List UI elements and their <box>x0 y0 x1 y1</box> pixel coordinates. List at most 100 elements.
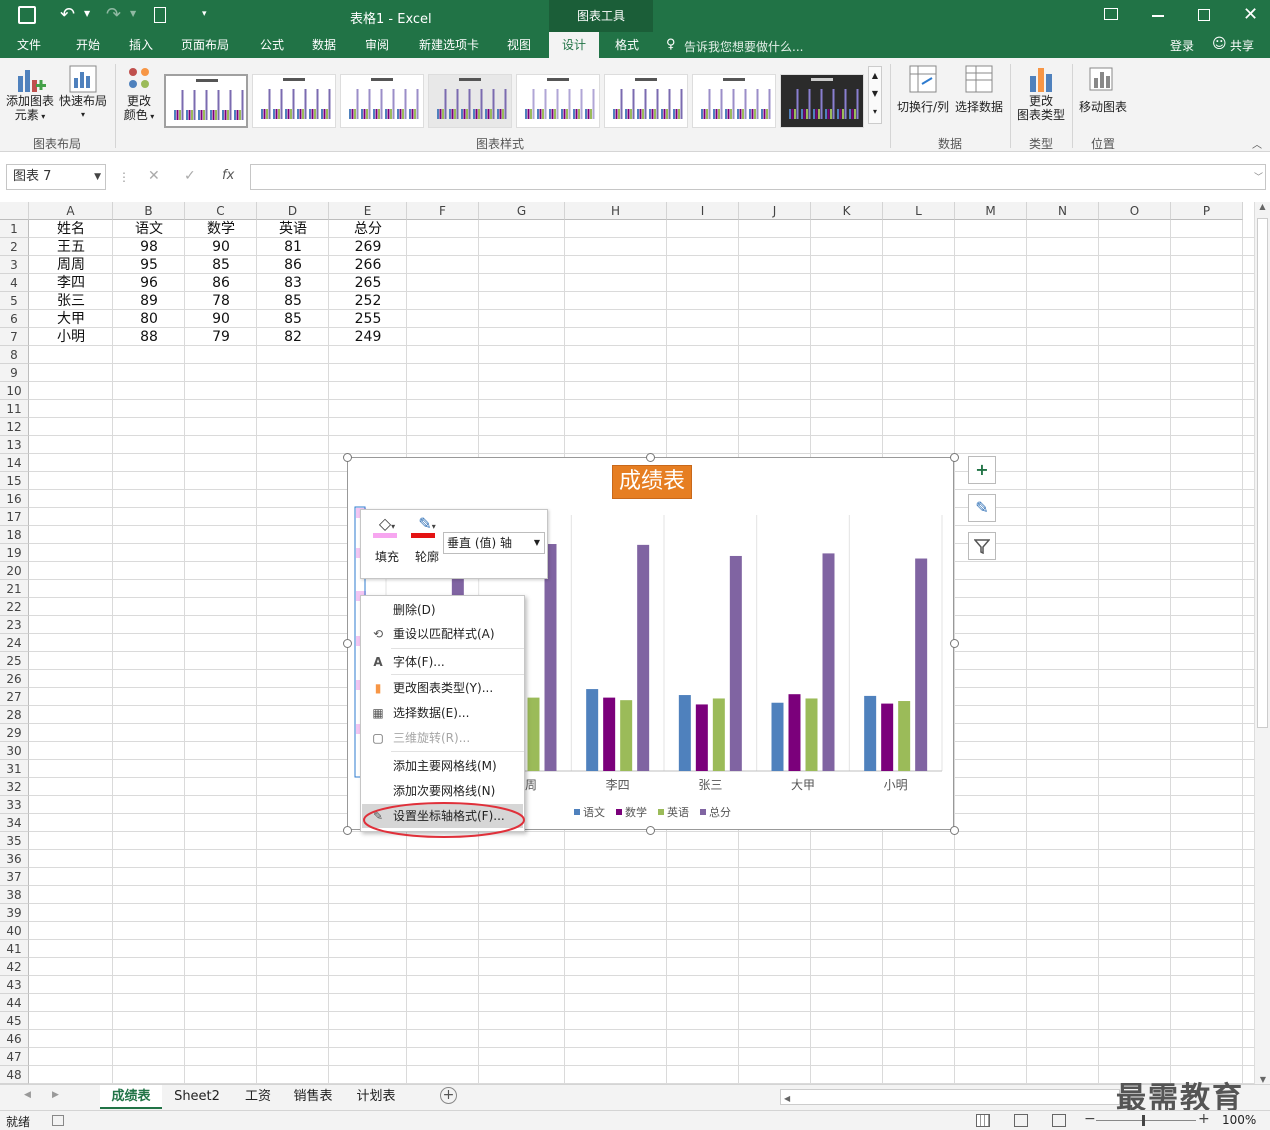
row-header[interactable]: 14 <box>0 454 29 472</box>
cell[interactable]: 96 <box>113 274 185 292</box>
bar-英语-大甲[interactable] <box>805 698 818 771</box>
add-chart-element-button[interactable]: 添加图表 元素 ▾ <box>4 64 56 130</box>
add-sheet-icon[interactable]: + <box>440 1087 457 1104</box>
row-header[interactable]: 13 <box>0 436 29 454</box>
page-layout-view-icon[interactable] <box>1014 1114 1028 1127</box>
row-header[interactable]: 47 <box>0 1048 29 1066</box>
cell[interactable]: 大甲 <box>29 310 113 328</box>
row-header[interactable]: 3 <box>0 256 29 274</box>
tab-data[interactable]: 数据 <box>302 32 346 58</box>
scroll-up-icon[interactable]: ▲ <box>1255 202 1270 211</box>
row-header[interactable]: 9 <box>0 364 29 382</box>
bar-英语-周周[interactable] <box>527 697 540 771</box>
row-header[interactable]: 33 <box>0 796 29 814</box>
tell-me-box[interactable]: 告诉我您想要做什么... <box>684 38 803 55</box>
bar-数学-张三[interactable] <box>695 704 708 771</box>
cell[interactable]: 90 <box>185 310 257 328</box>
cell[interactable]: 255 <box>329 310 407 328</box>
resize-handle[interactable] <box>343 826 352 835</box>
row-header[interactable]: 4 <box>0 274 29 292</box>
cell[interactable]: 80 <box>113 310 185 328</box>
fill-button[interactable]: ◇▾ 填充 <box>367 514 407 570</box>
switch-row-column-button[interactable]: 切换行/列 <box>894 64 952 130</box>
scroll-thumb[interactable] <box>1257 218 1268 728</box>
row-header[interactable]: 36 <box>0 850 29 868</box>
menu-item-4[interactable]: ▦ 选择数据(E)... <box>362 701 523 725</box>
cell[interactable]: 85 <box>185 256 257 274</box>
horizontal-scrollbar[interactable]: ◀ <box>780 1089 1120 1105</box>
cell[interactable]: 张三 <box>29 292 113 310</box>
maximize-icon[interactable] <box>1198 9 1210 21</box>
zoom-level[interactable]: 100% <box>1222 1113 1256 1127</box>
resize-handle[interactable] <box>646 826 655 835</box>
row-header[interactable]: 10 <box>0 382 29 400</box>
row-header[interactable]: 19 <box>0 544 29 562</box>
tab-file[interactable]: 文件 <box>6 32 52 58</box>
row-header[interactable]: 42 <box>0 958 29 976</box>
row-header[interactable]: 31 <box>0 760 29 778</box>
resize-handle[interactable] <box>950 826 959 835</box>
row-header[interactable]: 32 <box>0 778 29 796</box>
close-icon[interactable]: ✕ <box>1243 4 1258 25</box>
prev-sheet-icon[interactable]: ◀ <box>24 1090 31 1100</box>
resize-handle[interactable] <box>950 453 959 462</box>
cell[interactable]: 83 <box>257 274 329 292</box>
chevron-down-icon[interactable]: ▼ <box>94 165 101 189</box>
row-header[interactable]: 37 <box>0 868 29 886</box>
minimize-icon[interactable] <box>1152 15 1164 17</box>
chart-style-thumb[interactable] <box>164 74 248 128</box>
row-header[interactable]: 27 <box>0 688 29 706</box>
row-header[interactable]: 1 <box>0 220 29 238</box>
tab-new[interactable]: 新建选项卡 <box>410 32 488 58</box>
cell[interactable]: 249 <box>329 328 407 346</box>
menu-item-2[interactable]: A 字体(F)... <box>362 650 523 674</box>
next-sheet-icon[interactable]: ▶ <box>52 1090 59 1100</box>
cell[interactable]: 86 <box>257 256 329 274</box>
chart-style-thumb[interactable] <box>340 74 424 128</box>
row-header[interactable]: 17 <box>0 508 29 526</box>
cell[interactable]: 86 <box>185 274 257 292</box>
resize-handle[interactable] <box>950 639 959 648</box>
element-select-dropdown[interactable]: 垂直 (值) 轴 ▼ <box>443 532 545 554</box>
formula-input[interactable] <box>250 164 1266 190</box>
cell[interactable]: 89 <box>113 292 185 310</box>
tab-insert[interactable]: 插入 <box>119 32 163 58</box>
menu-item-1[interactable]: ⟲ 重设以匹配样式(A) <box>362 622 523 646</box>
undo-icon[interactable]: ↶ <box>60 4 75 25</box>
cell[interactable]: 85 <box>257 292 329 310</box>
cell[interactable]: 95 <box>113 256 185 274</box>
tab-home[interactable]: 开始 <box>66 32 110 58</box>
zoom-slider-thumb[interactable] <box>1142 1115 1145 1126</box>
menu-item-3[interactable]: ▮ 更改图表类型(Y)... <box>362 676 523 700</box>
page-break-view-icon[interactable] <box>1052 1114 1066 1127</box>
bar-英语-张三[interactable] <box>712 698 725 771</box>
cell[interactable]: 总分 <box>329 220 407 238</box>
cell[interactable]: 英语 <box>257 220 329 238</box>
cell[interactable]: 小明 <box>29 328 113 346</box>
normal-view-icon[interactable] <box>976 1114 990 1127</box>
outline-button[interactable]: ✎▾ 轮廓 <box>407 514 447 570</box>
chart-filters-button[interactable] <box>968 532 996 560</box>
chart-style-thumb[interactable] <box>604 74 688 128</box>
tab-review[interactable]: 审阅 <box>355 32 399 58</box>
cell[interactable]: 姓名 <box>29 220 113 238</box>
cell[interactable]: 81 <box>257 238 329 256</box>
chart-elements-button[interactable]: + <box>968 456 996 484</box>
bar-语文-大甲[interactable] <box>771 702 784 771</box>
bar-英语-李四[interactable] <box>620 700 633 771</box>
row-header[interactable]: 22 <box>0 598 29 616</box>
bar-总分-李四[interactable] <box>637 544 650 771</box>
new-file-icon[interactable] <box>154 7 166 23</box>
chart-style-thumb[interactable] <box>780 74 864 128</box>
bar-数学-李四[interactable] <box>603 697 616 771</box>
login-link[interactable]: 登录 <box>1170 37 1194 54</box>
row-header[interactable]: 23 <box>0 616 29 634</box>
sheet-tab-sales[interactable]: 销售表 <box>284 1085 342 1109</box>
select-data-button[interactable]: 选择数据 <box>952 64 1006 130</box>
row-header[interactable]: 29 <box>0 724 29 742</box>
row-header[interactable]: 26 <box>0 670 29 688</box>
cell[interactable]: 88 <box>113 328 185 346</box>
chart-styles-button[interactable]: ✎ <box>968 494 996 522</box>
bar-总分-张三[interactable] <box>729 555 742 771</box>
bar-语文-小明[interactable] <box>864 695 877 771</box>
